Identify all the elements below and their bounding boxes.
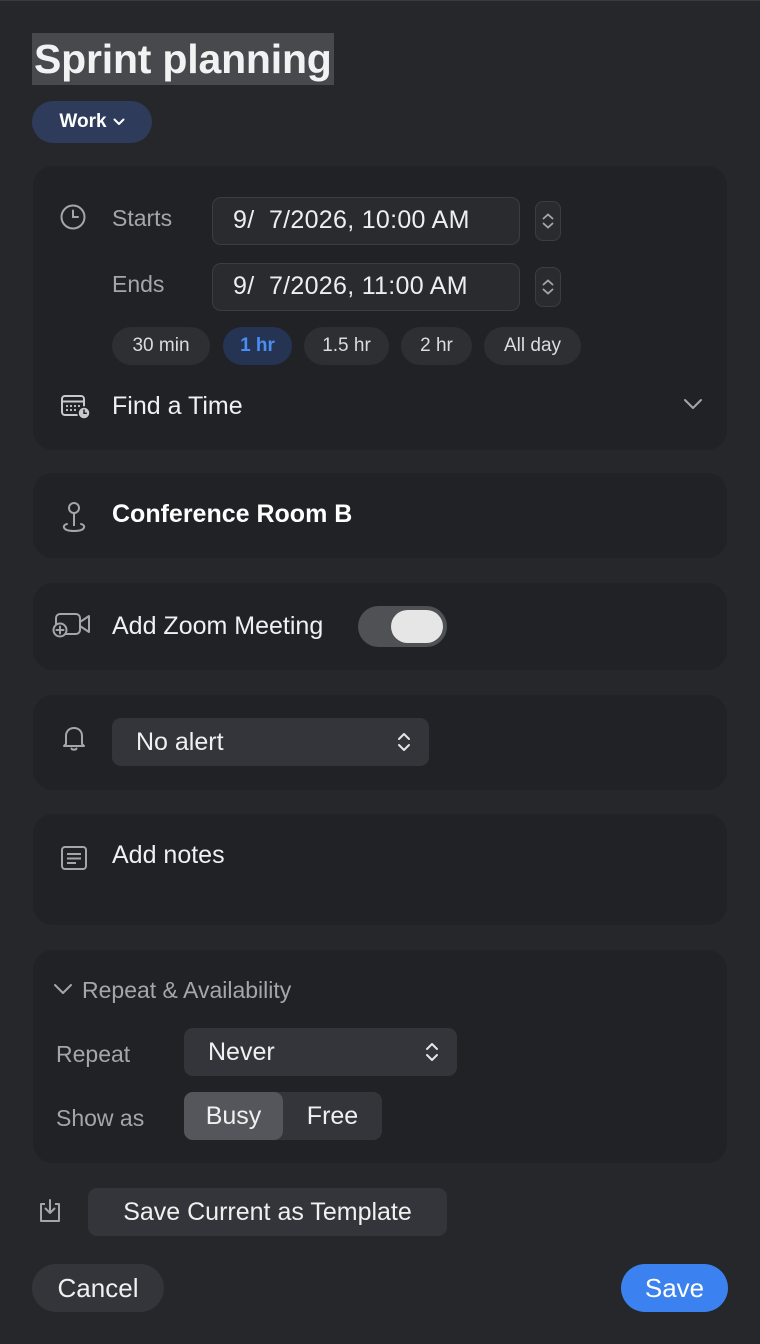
time-card: Starts 9/ 7/2026, 10:00 AM Ends 9/ 7/202… xyxy=(33,166,727,450)
duration-chip-30min[interactable]: 30 min xyxy=(112,327,210,365)
save-button[interactable]: Save xyxy=(621,1264,728,1312)
repeat-availability-header[interactable]: Repeat & Availability xyxy=(82,977,291,1004)
alert-select[interactable]: No alert xyxy=(112,718,429,766)
duration-chip-2hr[interactable]: 2 hr xyxy=(401,327,472,365)
notes-card[interactable]: Add notes xyxy=(33,814,727,925)
toggle-knob xyxy=(391,610,443,643)
repeat-select-value: Never xyxy=(208,1038,275,1066)
zoom-toggle[interactable] xyxy=(358,606,447,647)
calendar-selector-label: Work xyxy=(59,111,107,132)
repeat-label: Repeat xyxy=(56,1041,131,1067)
start-datetime-field[interactable]: 9/ 7/2026, 10:00 AM xyxy=(212,197,520,245)
ends-label: Ends xyxy=(112,271,165,297)
duration-chip-1-5hr[interactable]: 1.5 hr xyxy=(304,327,389,365)
show-as-segmented-control: Busy Free xyxy=(184,1092,382,1140)
start-stepper[interactable] xyxy=(535,201,561,241)
stepper-up-icon xyxy=(542,279,554,286)
save-as-template-button[interactable]: Save Current as Template xyxy=(88,1188,447,1236)
stepper-down-icon xyxy=(542,222,554,229)
add-zoom-meeting-label: Add Zoom Meeting xyxy=(112,612,324,640)
video-add-icon xyxy=(52,610,92,640)
chevron-down-icon[interactable] xyxy=(53,983,73,995)
show-as-label: Show as xyxy=(56,1105,145,1131)
chevron-down-icon[interactable] xyxy=(683,398,703,410)
window-top-border xyxy=(0,0,760,1)
alert-select-value: No alert xyxy=(136,728,224,756)
up-down-chevron-icon xyxy=(426,1043,438,1061)
clock-icon xyxy=(59,203,87,231)
chevron-down-icon xyxy=(113,118,125,125)
cancel-button[interactable]: Cancel xyxy=(32,1264,164,1312)
show-as-free[interactable]: Free xyxy=(283,1092,382,1140)
find-a-time-label[interactable]: Find a Time xyxy=(112,392,243,421)
location-pin-icon xyxy=(60,500,88,534)
starts-label: Starts xyxy=(112,205,173,231)
show-as-busy[interactable]: Busy xyxy=(184,1092,283,1140)
duration-chip-1hr[interactable]: 1 hr xyxy=(223,327,292,365)
calendar-clock-icon xyxy=(60,393,92,421)
download-tray-icon xyxy=(37,1197,63,1225)
notes-icon xyxy=(60,845,88,871)
notes-input[interactable]: Add notes xyxy=(112,841,225,870)
end-stepper[interactable] xyxy=(535,267,561,307)
location-value[interactable]: Conference Room B xyxy=(112,500,352,529)
stepper-down-icon xyxy=(542,288,554,295)
end-datetime-field[interactable]: 9/ 7/2026, 11:00 AM xyxy=(212,263,520,311)
duration-chip-all-day[interactable]: All day xyxy=(484,327,581,365)
repeat-select[interactable]: Never xyxy=(184,1028,457,1076)
calendar-selector[interactable]: Work xyxy=(32,101,152,143)
stepper-up-icon xyxy=(542,213,554,220)
location-card[interactable]: Conference Room B xyxy=(33,473,727,558)
bell-icon xyxy=(61,724,87,752)
up-down-chevron-icon xyxy=(398,733,410,751)
event-title-input[interactable]: Sprint planning xyxy=(32,33,334,85)
